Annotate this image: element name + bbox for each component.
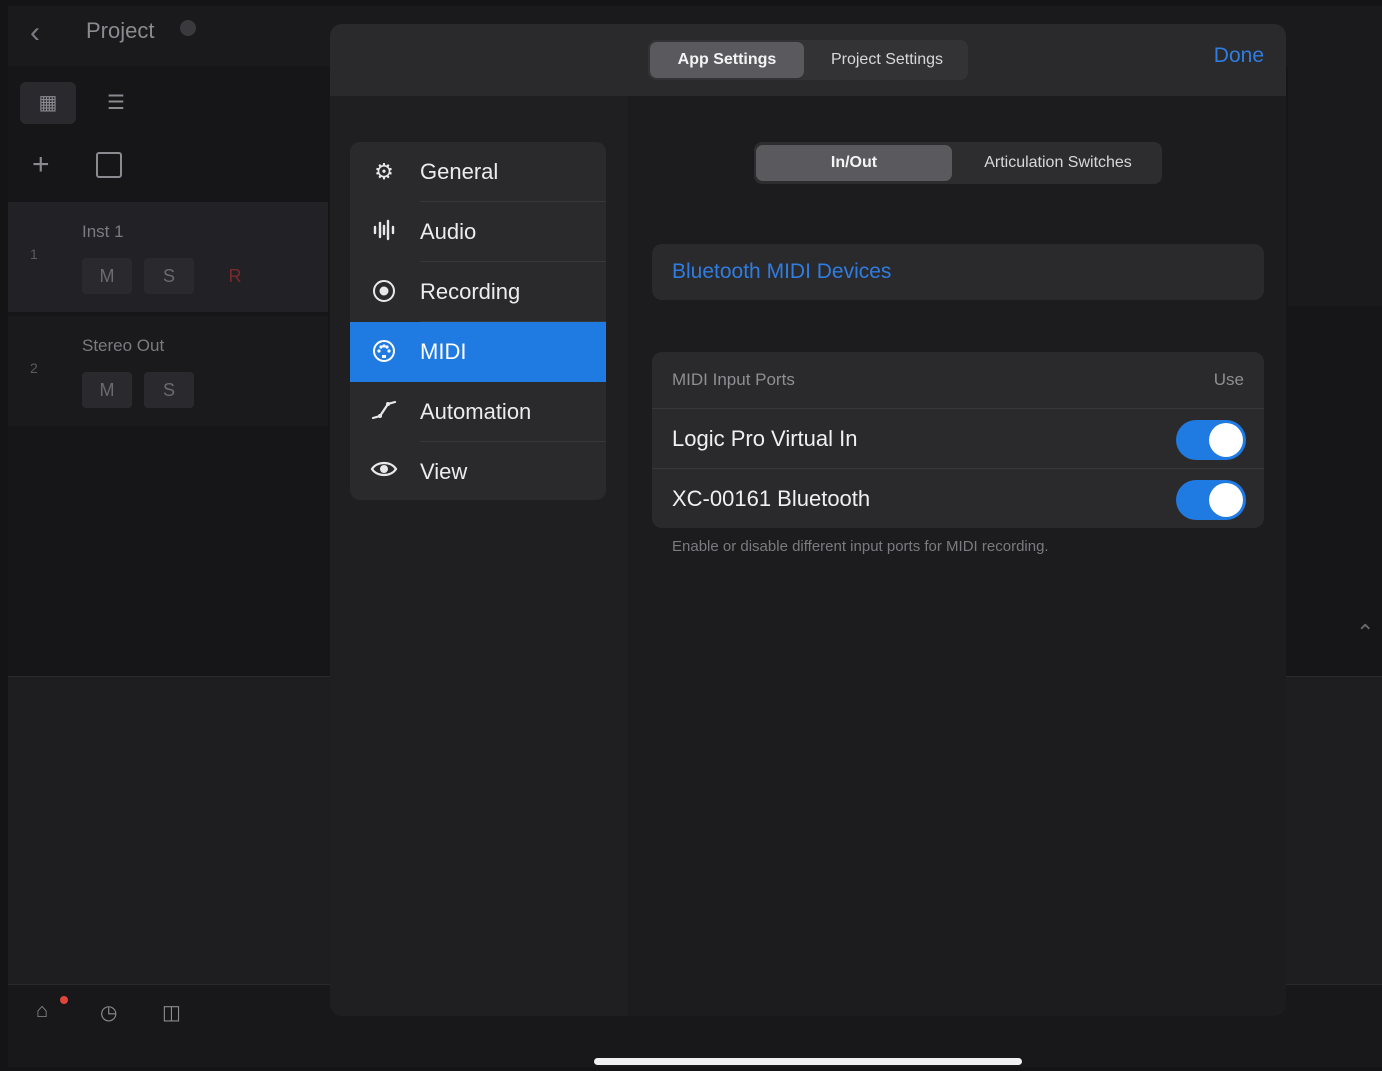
sidebar-item-general[interactable]: ⚙ General [350, 142, 606, 202]
settings-scope-segmented-control: App Settings Project Settings [648, 40, 968, 80]
automation-curve-icon [370, 399, 398, 425]
record-arm-button[interactable]: R [210, 258, 260, 294]
port-enable-toggle[interactable] [1176, 480, 1246, 520]
tab-in-out[interactable]: In/Out [756, 145, 952, 181]
midi-port-icon [370, 339, 398, 365]
toggle-knob [1209, 423, 1243, 457]
ports-use-label: Use [1213, 370, 1244, 389]
eye-icon [370, 459, 398, 485]
track-name: Stereo Out [82, 336, 165, 355]
port-name: XC-00161 Bluetooth [672, 486, 871, 511]
track-number: 2 [30, 360, 38, 376]
solo-button[interactable]: S [144, 372, 194, 408]
tab-app-settings[interactable]: App Settings [650, 42, 804, 78]
tab-articulation-switches[interactable]: Articulation Switches [956, 145, 1160, 181]
track-row[interactable]: 1 Inst 1 M S R [8, 202, 328, 312]
sidebar-item-automation[interactable]: Automation [350, 382, 606, 442]
project-menu-dot[interactable] [180, 20, 196, 36]
chevron-up-icon[interactable]: ⌃ [1356, 620, 1374, 646]
waveform-icon [370, 219, 398, 245]
sidebar-item-view[interactable]: View [350, 442, 606, 500]
loop-browser-icon[interactable]: ⌂ [36, 1000, 62, 1022]
duplicate-track-icon[interactable] [96, 152, 122, 178]
midi-segmented-control: In/Out Articulation Switches [754, 142, 1162, 184]
add-track-icon[interactable]: + [32, 148, 50, 182]
tab-project-settings[interactable]: Project Settings [808, 42, 966, 78]
sidebar-item-label: View [420, 459, 468, 484]
sheet-header: App Settings Project Settings Done [330, 24, 1286, 96]
track-name: Inst 1 [82, 222, 124, 241]
track-number: 1 [30, 246, 38, 262]
bluetooth-midi-row[interactable]: Bluetooth MIDI Devices [652, 244, 1264, 300]
home-indicator[interactable] [594, 1058, 1022, 1065]
track-row[interactable]: 2 Stereo Out M S [8, 316, 328, 426]
sidebar-item-audio[interactable]: Audio [350, 202, 606, 262]
list-item: Logic Pro Virtual In [652, 408, 1264, 469]
solo-button[interactable]: S [144, 258, 194, 294]
settings-sheet: App Settings Project Settings Done ⚙ Gen… [330, 24, 1286, 1016]
back-chevron-icon[interactable]: ‹ [30, 16, 40, 50]
sidebar-item-recording[interactable]: Recording [350, 262, 606, 322]
ports-footnote: Enable or disable different input ports … [672, 538, 1049, 555]
toggle-knob [1209, 483, 1243, 517]
port-enable-toggle[interactable] [1176, 420, 1246, 460]
done-button[interactable]: Done [1214, 44, 1264, 68]
mute-button[interactable]: M [82, 258, 132, 294]
sidebar-item-label: General [420, 159, 499, 184]
sidebar-item-label: Audio [420, 219, 477, 244]
gear-icon: ⚙ [374, 159, 394, 184]
record-icon [370, 279, 398, 305]
project-title[interactable]: Project [86, 18, 154, 44]
settings-sidebar: ⚙ General Audio Recording MIDI Automatio… [350, 142, 606, 500]
ports-header: MIDI Input Ports Use [652, 352, 1264, 409]
port-name: Logic Pro Virtual In [672, 426, 858, 451]
sidebar-item-label: Recording [420, 279, 521, 304]
list-view-icon[interactable]: ☰ [88, 82, 144, 124]
sidebar-item-midi[interactable]: MIDI [350, 322, 606, 382]
arrangement-region [1288, 66, 1382, 306]
sidebar-item-label: Automation [420, 399, 532, 424]
ports-title: MIDI Input Ports [672, 370, 795, 389]
list-item: XC-00161 Bluetooth [652, 468, 1264, 528]
grid-view-icon[interactable]: ▦ [20, 82, 76, 124]
tempo-clock-icon[interactable]: ◷ [100, 1000, 126, 1024]
bluetooth-midi-devices-link[interactable]: Bluetooth MIDI Devices [672, 260, 891, 284]
mute-button[interactable]: M [82, 372, 132, 408]
sidebar-toggle-icon[interactable]: ◫ [162, 1000, 188, 1024]
midi-input-ports-group: MIDI Input Ports Use Logic Pro Virtual I… [652, 352, 1264, 528]
notification-badge [60, 996, 68, 1004]
sidebar-item-label: MIDI [420, 339, 467, 364]
